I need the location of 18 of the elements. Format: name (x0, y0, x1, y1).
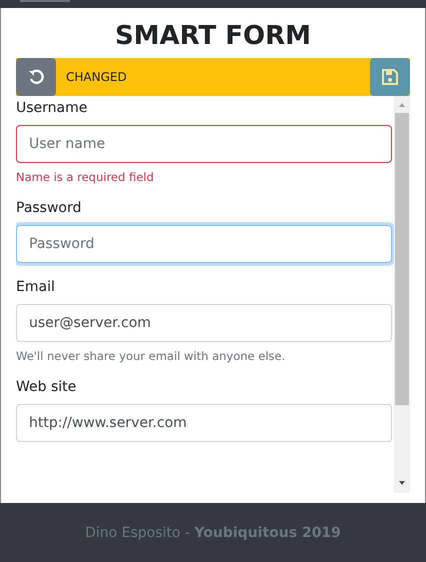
status-text: CHANGED (65, 70, 128, 84)
undo-button[interactable] (16, 58, 56, 96)
scrollbar[interactable] (394, 96, 410, 493)
input-field[interactable]: user@server.com (16, 304, 392, 342)
footer-text: Dino Esposito - Youbiquitous 2019 (85, 524, 341, 540)
field-label: Username (16, 100, 88, 116)
page-title: SMART FORM (114, 20, 312, 52)
input-field[interactable]: User name (16, 125, 392, 163)
field-label: Password (16, 200, 82, 216)
field-label: Email (16, 279, 56, 295)
error-message: Name is a required field (16, 170, 155, 184)
field-label: Web site (16, 379, 78, 395)
save-button[interactable] (370, 58, 410, 96)
input-field[interactable]: Password (16, 225, 392, 263)
help-text: We'll never share your email with anyone else. (16, 349, 286, 363)
input-field[interactable]: http://www.server.com (16, 404, 392, 442)
undo-icon (28, 69, 44, 85)
save-icon (382, 69, 398, 85)
